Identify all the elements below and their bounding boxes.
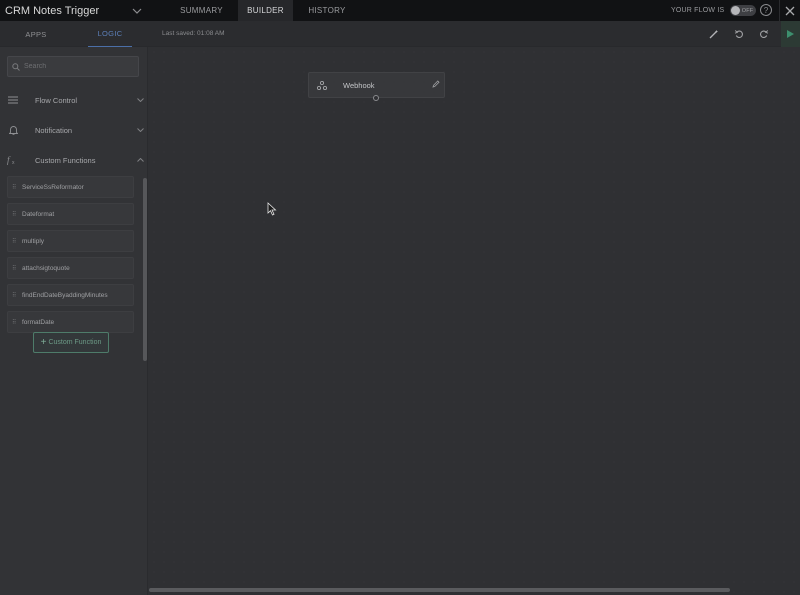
canvas-scrollbar[interactable] (149, 588, 730, 592)
node-title: Webhook (343, 80, 375, 90)
panel-scrollbar[interactable] (143, 178, 147, 361)
list-item[interactable]: ⠿ formatDate (7, 311, 134, 333)
flow-status-label: YOUR FLOW IS (671, 7, 725, 14)
custom-functions-list: ⠿ ServiceSsReformator ⠿ Dateformat ⠿ mul… (7, 176, 134, 338)
list-icon (0, 96, 26, 104)
drag-handle-icon[interactable]: ⠿ (12, 211, 20, 218)
section-custom-functions[interactable]: fx Custom Functions (0, 147, 148, 173)
list-item[interactable]: ⠿ findEndDateByaddingMinutes (7, 284, 134, 306)
function-name: formatDate (22, 318, 55, 326)
play-icon (787, 30, 794, 38)
redo-icon[interactable] (758, 28, 770, 40)
help-icon[interactable]: ? (760, 4, 772, 16)
mouse-cursor-icon (267, 202, 277, 216)
plus-icon: + (40, 337, 47, 348)
close-button[interactable] (779, 0, 800, 21)
last-saved-text: Last saved: 01:08 AM (162, 30, 225, 37)
toggle-label: OFF (741, 7, 754, 14)
add-custom-function-button[interactable]: + Custom Function (33, 332, 109, 353)
top-bar: CRM Notes Trigger SUMMARY BUILDER HISTOR… (0, 0, 800, 21)
svg-text:f: f (7, 155, 11, 165)
webhook-icon (309, 80, 335, 90)
svg-text:x: x (12, 160, 15, 165)
magic-wand-icon[interactable] (708, 28, 720, 40)
search-input[interactable] (24, 63, 134, 70)
function-name: findEndDateByaddingMinutes (22, 291, 108, 299)
section-label: Notification (35, 125, 73, 135)
app-title: CRM Notes Trigger (5, 4, 100, 17)
drag-handle-icon[interactable]: ⠿ (12, 319, 20, 326)
toggle-knob (731, 6, 741, 15)
tab-history[interactable]: HISTORY (295, 0, 359, 21)
drag-handle-icon[interactable]: ⠿ (12, 238, 20, 245)
function-icon: fx (0, 155, 26, 165)
flow-toggle[interactable]: OFF (730, 5, 757, 16)
chevron-down-icon (132, 98, 148, 102)
section-flow-control[interactable]: Flow Control (0, 87, 148, 113)
search-box[interactable] (7, 56, 139, 77)
list-item[interactable]: ⠿ multiply (7, 230, 134, 252)
drag-handle-icon[interactable]: ⠿ (12, 265, 20, 272)
drag-handle-icon[interactable]: ⠿ (12, 184, 20, 191)
function-name: multiply (22, 237, 45, 245)
drag-handle-icon[interactable]: ⠿ (12, 292, 20, 299)
node-connector[interactable] (373, 95, 379, 101)
tab-logic[interactable]: LOGIC (88, 21, 132, 47)
webhook-node[interactable]: Webhook (308, 72, 445, 101)
chevron-down-icon[interactable] (130, 0, 144, 21)
flow-status: YOUR FLOW IS OFF (671, 0, 757, 21)
list-item[interactable]: ⠿ attachsigtoquote (7, 257, 134, 279)
undo-icon[interactable] (733, 28, 745, 40)
section-label: Flow Control (35, 95, 78, 105)
section-notification[interactable]: Notification (0, 117, 148, 143)
run-flow-button[interactable] (781, 21, 800, 47)
pencil-icon[interactable] (432, 75, 440, 88)
list-item[interactable]: ⠿ ServiceSsReformator (7, 176, 134, 198)
sub-header: APPS LOGIC Last saved: 01:08 AM (0, 21, 800, 47)
logic-panel: Flow Control Notification fx Custom Func… (0, 47, 148, 595)
function-name: Dateformat (22, 210, 55, 218)
chevron-up-icon (132, 158, 148, 162)
list-item[interactable]: ⠿ Dateformat (7, 203, 134, 225)
add-custom-function-label: Custom Function (48, 339, 102, 346)
tab-apps[interactable]: APPS (0, 21, 72, 47)
close-icon (785, 6, 795, 15)
flow-canvas[interactable]: Webhook (149, 47, 800, 595)
section-label: Custom Functions (35, 155, 96, 165)
search-icon (12, 62, 20, 71)
tab-builder[interactable]: BUILDER (238, 0, 293, 21)
function-name: attachsigtoquote (22, 264, 70, 272)
chevron-down-icon (132, 128, 148, 132)
tab-summary[interactable]: SUMMARY (163, 0, 240, 21)
function-name: ServiceSsReformator (22, 183, 84, 191)
bell-icon (0, 125, 26, 135)
